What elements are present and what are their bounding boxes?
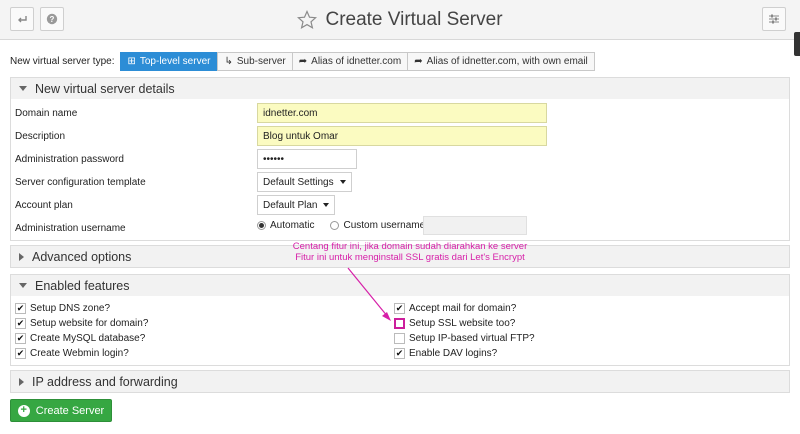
template-select[interactable]: Default Settings [257, 172, 352, 192]
ip-title: IP address and forwarding [32, 374, 178, 389]
annotation-line-2: Fitur ini untuk menginstall SSL gratis d… [295, 252, 525, 263]
feature-label: Setup DNS zone? [30, 303, 111, 314]
details-section: New virtual server details Domain name i… [10, 77, 790, 241]
share-icon: ➦ [414, 55, 423, 67]
side-handle[interactable] [794, 32, 800, 56]
collapse-icon [19, 283, 27, 288]
plus-square-icon: ⊞ [127, 55, 136, 67]
template-label: Server configuration template [15, 177, 146, 188]
username-radio-group: Automatic Custom username [257, 220, 425, 231]
feature-ssl[interactable]: Setup SSL website too? [394, 318, 515, 329]
plan-label: Account plan [15, 200, 73, 211]
domain-label: Domain name [15, 108, 78, 119]
checkbox[interactable] [15, 333, 26, 344]
username-label: Administration username [15, 223, 126, 234]
ip-section: IP address and forwarding [10, 370, 790, 393]
password-field[interactable]: •••••• [257, 149, 357, 169]
chevron-down-icon [339, 180, 346, 184]
share-icon: ➦ [298, 55, 308, 67]
feature-ftp[interactable]: Setup IP-based virtual FTP? [394, 333, 535, 344]
domain-field[interactable]: idnetter.com [257, 103, 547, 123]
description-field[interactable]: Blog untuk Omar [257, 126, 547, 146]
feature-label: Setup IP-based virtual FTP? [409, 333, 535, 344]
checkbox[interactable] [15, 318, 26, 329]
password-label: Administration password [15, 154, 124, 165]
server-type-bar: New virtual server type: ⊞ Top-level ser… [10, 51, 595, 71]
plus-circle-icon: + [17, 404, 30, 417]
plan-select[interactable]: Default Plan [257, 195, 336, 215]
ip-header[interactable]: IP address and forwarding [11, 371, 789, 392]
feature-label: Accept mail for domain? [409, 303, 517, 314]
checkbox[interactable] [394, 348, 405, 359]
features-section: Enabled features Setup DNS zone? Setup w… [10, 274, 790, 366]
feature-label: Create Webmin login? [30, 348, 129, 359]
feature-label: Setup SSL website too? [409, 318, 516, 329]
settings-sliders-icon [769, 14, 779, 24]
type-alias-email-button[interactable]: ➦ Alias of idnetter.com, with own email [407, 51, 595, 71]
feature-label: Create MySQL database? [30, 333, 146, 344]
radio-custom-username[interactable] [330, 221, 340, 230]
create-server-label: Create Server [35, 404, 105, 417]
plan-value: Default Plan [263, 199, 318, 211]
checkbox[interactable] [15, 348, 26, 359]
advanced-title: Advanced options [32, 249, 132, 264]
feature-label: Enable DAV logins? [409, 348, 498, 359]
expand-icon [19, 252, 24, 261]
checkbox[interactable] [394, 303, 405, 314]
features-title: Enabled features [35, 278, 130, 293]
collapse-icon [19, 86, 27, 91]
page-title: Create Virtual Server [325, 9, 503, 30]
type-alias-email-label: Alias of idnetter.com, with own email [426, 55, 588, 67]
settings-button[interactable] [762, 7, 786, 31]
feature-dav[interactable]: Enable DAV logins? [394, 348, 497, 359]
sub-arrow-icon: ↳ [224, 55, 233, 67]
description-label: Description [15, 131, 66, 142]
annotation-note: Centang fitur ini, jika domain sudah dia… [270, 241, 550, 263]
feature-mail[interactable]: Accept mail for domain? [394, 303, 516, 314]
server-type-label: New virtual server type: [10, 55, 115, 67]
feature-dns[interactable]: Setup DNS zone? [15, 303, 110, 314]
annotation-line-1: Centang fitur ini, jika domain sudah dia… [292, 241, 528, 252]
template-value: Default Settings [263, 176, 334, 188]
features-header[interactable]: Enabled features [11, 275, 789, 296]
radio-custom-label: Custom username [343, 220, 426, 231]
type-sub-server-button[interactable]: ↳ Sub-server [217, 51, 293, 71]
type-alias-label: Alias of idnetter.com [311, 55, 402, 67]
custom-username-input[interactable] [423, 216, 527, 235]
feature-webmin[interactable]: Create Webmin login? [15, 348, 129, 359]
title-wrap: Create Virtual Server [0, 0, 800, 40]
details-title: New virtual server details [35, 81, 175, 96]
chevron-down-icon [323, 203, 330, 207]
feature-website[interactable]: Setup website for domain? [15, 318, 148, 329]
create-server-button[interactable]: + Create Server [10, 399, 112, 422]
ssl-checkbox[interactable] [394, 318, 405, 329]
page-header: ? Create Virtual Server [0, 0, 800, 40]
radio-automatic[interactable] [257, 221, 266, 230]
checkbox[interactable] [15, 303, 26, 314]
type-top-level-label: Top-level server [139, 55, 211, 67]
star-icon[interactable] [297, 10, 318, 30]
type-alias-button[interactable]: ➦ Alias of idnetter.com [291, 51, 409, 71]
type-top-level-button[interactable]: ⊞ Top-level server [120, 51, 218, 71]
radio-automatic-label: Automatic [270, 220, 315, 231]
checkbox[interactable] [394, 333, 405, 344]
feature-label: Setup website for domain? [30, 318, 149, 329]
details-header[interactable]: New virtual server details [11, 78, 789, 99]
type-sub-server-label: Sub-server [236, 55, 286, 67]
expand-icon [19, 377, 24, 386]
feature-mysql[interactable]: Create MySQL database? [15, 333, 145, 344]
